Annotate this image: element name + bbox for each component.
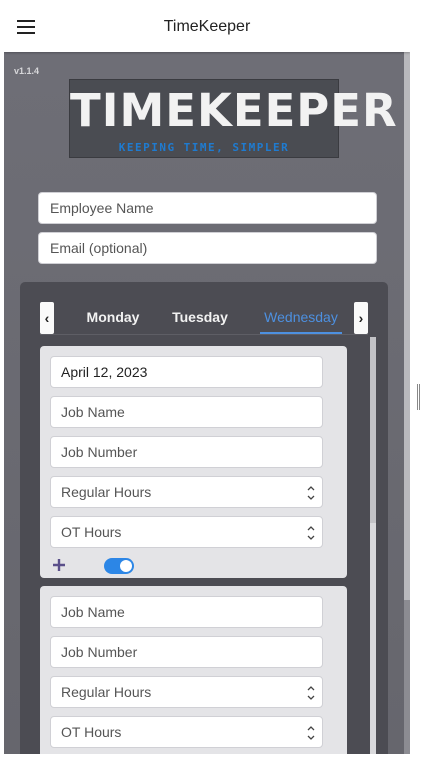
- job-name-field[interactable]: Job Name: [50, 396, 323, 428]
- page-scrollbar-thumb[interactable]: [404, 52, 410, 600]
- regular-hours-placeholder: Regular Hours: [61, 484, 152, 500]
- logo: TIMEKEEPER KEEPING TIME, SIMPLER: [69, 79, 398, 158]
- email-placeholder: Email (optional): [50, 240, 148, 256]
- job-name-placeholder: Job Name: [61, 604, 125, 620]
- version-label: v1.1.4: [14, 66, 40, 76]
- ot-hours-field[interactable]: OT Hours: [50, 716, 323, 748]
- job-number-field[interactable]: Job Number: [50, 636, 323, 668]
- inner-scrollbar-thumb[interactable]: [370, 337, 376, 523]
- stepper-icon[interactable]: [306, 482, 316, 504]
- app-window: TimeKeeper v1.1.4 TIMEKEEPER KEEPING TIM…: [4, 4, 410, 754]
- date-field[interactable]: April 12, 2023: [50, 356, 323, 388]
- inner-scrollbar[interactable]: [370, 337, 376, 754]
- logo-main-text: TIMEKEEPER: [70, 84, 398, 137]
- day-tabs: ‹ Monday Tuesday Wednesday ›: [20, 302, 388, 334]
- job-entry-card: Job Name Job Number Regular Hours OT Hou…: [40, 586, 347, 754]
- ot-hours-placeholder: OT Hours: [61, 524, 122, 540]
- job-number-field[interactable]: Job Number: [50, 436, 323, 468]
- tab-tuesday[interactable]: Tuesday: [168, 302, 232, 334]
- tab-monday[interactable]: Monday: [82, 302, 144, 334]
- ot-hours-field[interactable]: OT Hours: [50, 516, 323, 548]
- job-number-placeholder: Job Number: [61, 444, 138, 460]
- tab-wednesday[interactable]: Wednesday: [260, 302, 342, 334]
- toggle-knob: [120, 560, 132, 572]
- app-bar: TimeKeeper: [4, 4, 410, 52]
- job-entry-card: April 12, 2023 Job Name Job Number Regul…: [40, 346, 347, 578]
- stepper-icon[interactable]: [306, 522, 316, 544]
- employee-name-placeholder: Employee Name: [50, 200, 154, 216]
- job-name-field[interactable]: Job Name: [50, 596, 323, 628]
- tab-divider: [40, 334, 368, 335]
- resize-handle-icon[interactable]: [417, 384, 420, 410]
- employee-name-field[interactable]: Employee Name: [38, 192, 377, 224]
- regular-hours-field[interactable]: Regular Hours: [50, 676, 323, 708]
- stepper-icon[interactable]: [306, 682, 316, 704]
- job-number-placeholder: Job Number: [61, 644, 138, 660]
- regular-hours-placeholder: Regular Hours: [61, 684, 152, 700]
- stepper-icon[interactable]: [306, 722, 316, 744]
- ot-hours-placeholder: OT Hours: [61, 724, 122, 740]
- email-field[interactable]: Email (optional): [38, 232, 377, 264]
- date-value: April 12, 2023: [61, 364, 148, 380]
- chevron-right-icon[interactable]: ›: [354, 302, 368, 334]
- chevron-left-icon[interactable]: ‹: [40, 302, 54, 334]
- app-title: TimeKeeper: [163, 18, 251, 35]
- page-scrollbar[interactable]: [404, 52, 410, 754]
- regular-hours-field[interactable]: Regular Hours: [50, 476, 323, 508]
- toggle-switch[interactable]: [104, 558, 134, 574]
- plus-icon[interactable]: [50, 556, 68, 574]
- day-panel: ‹ Monday Tuesday Wednesday › April 12, 2…: [20, 282, 388, 754]
- job-name-placeholder: Job Name: [61, 404, 125, 420]
- logo-tagline: KEEPING TIME, SIMPLER: [118, 141, 290, 154]
- main-content: v1.1.4 TIMEKEEPER KEEPING TIME, SIMPLER …: [4, 52, 404, 754]
